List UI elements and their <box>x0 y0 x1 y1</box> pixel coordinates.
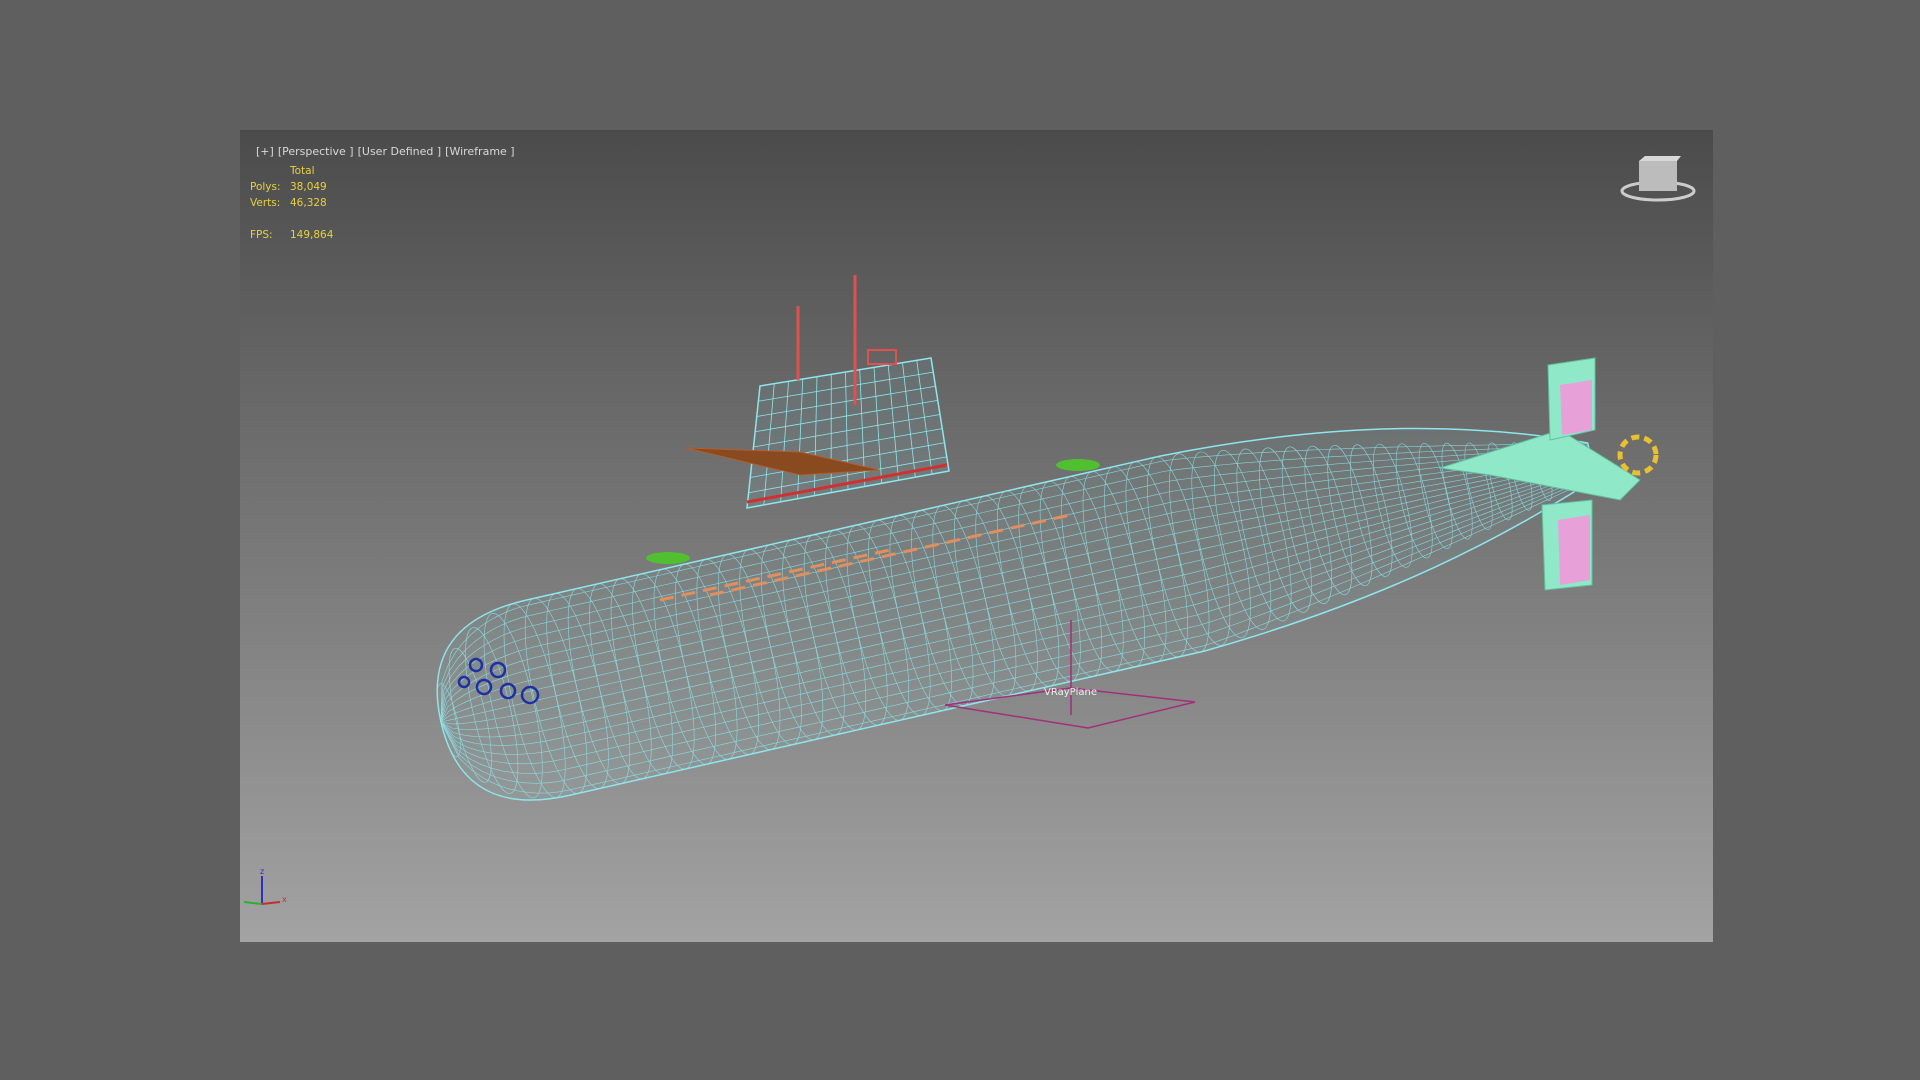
perspective-viewport[interactable]: [+] [Perspective ] [User Defined ] [Wirefra… <box>240 130 1713 942</box>
viewcube-icon[interactable] <box>1620 156 1696 202</box>
axis-tripod-icon: z y x <box>240 867 287 905</box>
scene-canvas: z y x <box>240 156 1696 905</box>
submarine-sail[interactable] <box>746 357 950 509</box>
vrayplane-label: VRayPlane <box>1044 687 1098 698</box>
submarine-hull[interactable] <box>419 363 1614 820</box>
svg-text:y: y <box>240 895 241 904</box>
svg-text:z: z <box>260 867 264 876</box>
svg-text:x: x <box>282 895 287 904</box>
